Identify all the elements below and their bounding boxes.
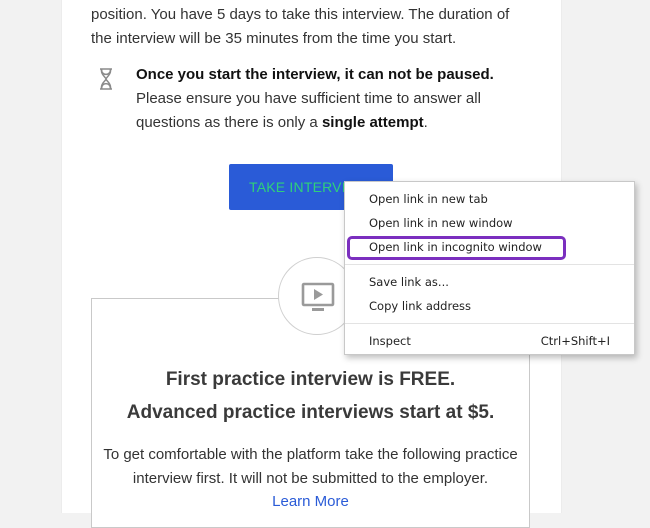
menu-open-new-tab[interactable]: Open link in new tab — [345, 188, 634, 210]
practice-body-line-2: interview first. It will not be submitte… — [132, 470, 489, 487]
no-pause-heading: Once you start the interview, it can not… — [136, 66, 494, 83]
instructions-line-2: the interview will be 35 minutes from th… — [91, 30, 457, 47]
menu-inspect-label: Inspect — [369, 334, 411, 348]
menu-open-new-window[interactable]: Open link in new window — [345, 212, 634, 234]
hourglass-icon — [99, 68, 113, 90]
practice-title-line-1: First practice interview is FREE. — [165, 369, 456, 390]
context-menu: Open link in new tab Open link in new wi… — [344, 181, 635, 355]
menu-inspect[interactable]: Inspect Ctrl+Shift+I — [345, 330, 634, 352]
notice-period: . — [423, 114, 428, 131]
menu-separator — [345, 264, 634, 265]
menu-copy-link-address[interactable]: Copy link address — [345, 295, 634, 317]
notice-text: Please ensure you have sufficient time t… — [136, 90, 481, 131]
instructions-line-1: position. You have 5 days to take this i… — [91, 6, 510, 23]
practice-title: First practice interview is FREE. Advanc… — [91, 366, 530, 427]
learn-more-link[interactable]: Learn More — [91, 490, 530, 514]
menu-inspect-shortcut: Ctrl+Shift+I — [540, 334, 610, 348]
practice-description: To get comfortable with the platform tak… — [96, 443, 525, 491]
incognito-highlight-outline — [347, 236, 566, 260]
single-attempt-text: single attempt — [321, 114, 424, 131]
practice-title-line-2: Advanced practice interviews start at $5… — [126, 402, 495, 423]
menu-separator — [345, 323, 634, 324]
no-pause-notice: Once you start the interview, it can not… — [136, 63, 526, 135]
practice-body-line-1: To get comfortable with the platform tak… — [103, 446, 518, 463]
interview-instructions: position. You have 5 days to take this i… — [91, 3, 531, 51]
menu-save-link-as[interactable]: Save link as... — [345, 271, 634, 293]
